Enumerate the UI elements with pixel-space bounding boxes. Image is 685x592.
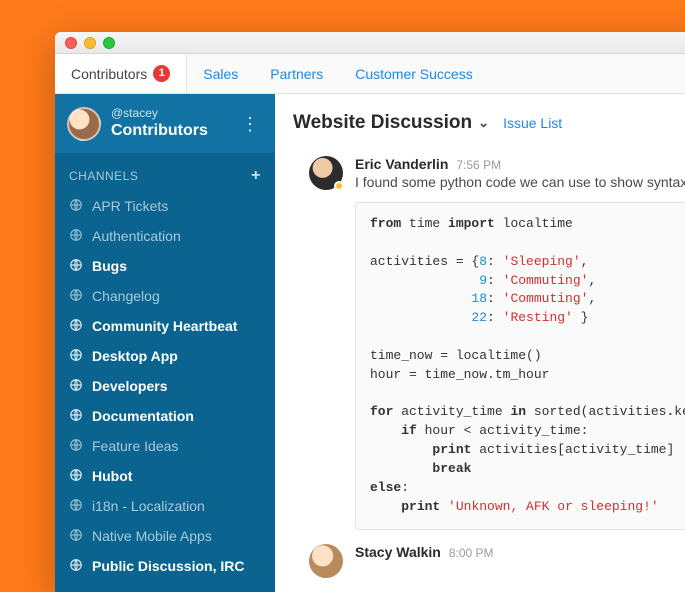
channel-label: Feature Ideas (92, 438, 178, 454)
app-body: @stacey Contributors ⋮ CHANNELS + APR Ti… (55, 94, 685, 592)
globe-icon (69, 198, 83, 215)
globe-icon (69, 498, 83, 515)
channel-item[interactable]: APR Tickets (55, 191, 275, 221)
tab-partners[interactable]: Partners (254, 54, 339, 93)
tab-customer-success[interactable]: Customer Success (339, 54, 488, 93)
channels-label: CHANNELS (69, 169, 138, 183)
channel-item[interactable]: Public Discussion, IRC (55, 551, 275, 581)
window-titlebar (55, 32, 685, 54)
room-title[interactable]: Website Discussion ⌄ (293, 112, 489, 134)
sidebar-header: @stacey Contributors ⋮ (55, 94, 275, 153)
channel-label: Bugs (92, 258, 127, 274)
globe-icon (69, 348, 83, 365)
channel-label: Documentation (92, 408, 194, 424)
minimize-icon[interactable] (84, 37, 96, 49)
team-tabs: Contributors 1 Sales Partners Customer Succe… (55, 54, 685, 94)
globe-icon (69, 318, 83, 335)
channel-label: APR Tickets (92, 198, 168, 214)
message-author: Stacy Walkin (355, 544, 441, 560)
channel-item[interactable]: i18n - Localization (55, 491, 275, 521)
channel-item[interactable]: Developers (55, 371, 275, 401)
channel-item[interactable]: Native Mobile Apps (55, 521, 275, 551)
channel-item[interactable]: Feature Ideas (55, 431, 275, 461)
tab-label: Contributors (71, 66, 147, 82)
channel-label: i18n - Localization (92, 498, 205, 514)
globe-icon (69, 228, 83, 245)
team-name: Contributors (111, 121, 227, 141)
globe-icon (69, 288, 83, 305)
message-body: Eric Vanderlin 7:56 PM I found some python… (355, 156, 685, 530)
zoom-icon[interactable] (103, 37, 115, 49)
avatar[interactable] (309, 156, 343, 190)
app-window: Contributors 1 Sales Partners Customer Succe… (55, 32, 685, 592)
main-pane: Website Discussion ⌄ Issue List Eric Van… (275, 94, 685, 592)
user-handle: @stacey (111, 106, 227, 121)
channel-label: Changelog (92, 288, 160, 304)
globe-icon (69, 408, 83, 425)
kebab-icon[interactable]: ⋮ (237, 113, 263, 135)
user-block[interactable]: @stacey Contributors (111, 106, 227, 141)
presence-icon (334, 181, 344, 191)
channel-item[interactable]: Desktop App (55, 341, 275, 371)
globe-icon (69, 378, 83, 395)
issue-list-link[interactable]: Issue List (503, 115, 562, 131)
tab-sales[interactable]: Sales (187, 54, 254, 93)
channel-label: Desktop App (92, 348, 178, 364)
globe-icon (69, 528, 83, 545)
globe-icon (69, 558, 83, 575)
channel-item[interactable]: Documentation (55, 401, 275, 431)
channel-label: Authentication (92, 228, 181, 244)
message-author: Eric Vanderlin (355, 156, 448, 172)
globe-icon (69, 468, 83, 485)
room-title-text: Website Discussion (293, 112, 472, 134)
tab-label: Customer Success (355, 66, 472, 82)
channel-label: Public Discussion, IRC (92, 558, 244, 574)
close-icon[interactable] (65, 37, 77, 49)
tab-badge: 1 (153, 65, 170, 82)
channel-label: Community Heartbeat (92, 318, 237, 334)
message-time: 8:00 PM (449, 546, 494, 560)
code-block: from time import localtime activities = … (355, 202, 685, 530)
message: Stacy Walkin 8:00 PM (275, 536, 685, 584)
sidebar: @stacey Contributors ⋮ CHANNELS + APR Ti… (55, 94, 275, 592)
channel-item[interactable]: Authentication (55, 221, 275, 251)
message-time: 7:56 PM (456, 158, 501, 172)
globe-icon (69, 438, 83, 455)
globe-icon (69, 258, 83, 275)
message-body: Stacy Walkin 8:00 PM (355, 544, 685, 578)
chevron-down-icon: ⌄ (478, 115, 489, 131)
channel-item[interactable]: Changelog (55, 281, 275, 311)
channel-list: APR Tickets Authentication Bugs Changelog Co… (55, 191, 275, 581)
tab-label: Sales (203, 66, 238, 82)
channel-item[interactable]: Hubot (55, 461, 275, 491)
avatar[interactable] (309, 544, 343, 578)
tab-contributors[interactable]: Contributors 1 (55, 54, 187, 93)
add-channel-icon[interactable]: + (251, 167, 261, 185)
channel-label: Native Mobile Apps (92, 528, 212, 544)
room-header: Website Discussion ⌄ Issue List (275, 94, 685, 144)
channel-label: Hubot (92, 468, 132, 484)
message: Eric Vanderlin 7:56 PM I found some python… (275, 148, 685, 536)
channel-item[interactable]: Community Heartbeat (55, 311, 275, 341)
tab-label: Partners (270, 66, 323, 82)
channel-label: Developers (92, 378, 167, 394)
messages: Eric Vanderlin 7:56 PM I found some python… (275, 144, 685, 584)
message-text: I found some python code we can use to s… (355, 174, 685, 190)
channels-section-header: CHANNELS + (55, 153, 275, 191)
channel-item[interactable]: Bugs (55, 251, 275, 281)
avatar[interactable] (67, 107, 101, 141)
